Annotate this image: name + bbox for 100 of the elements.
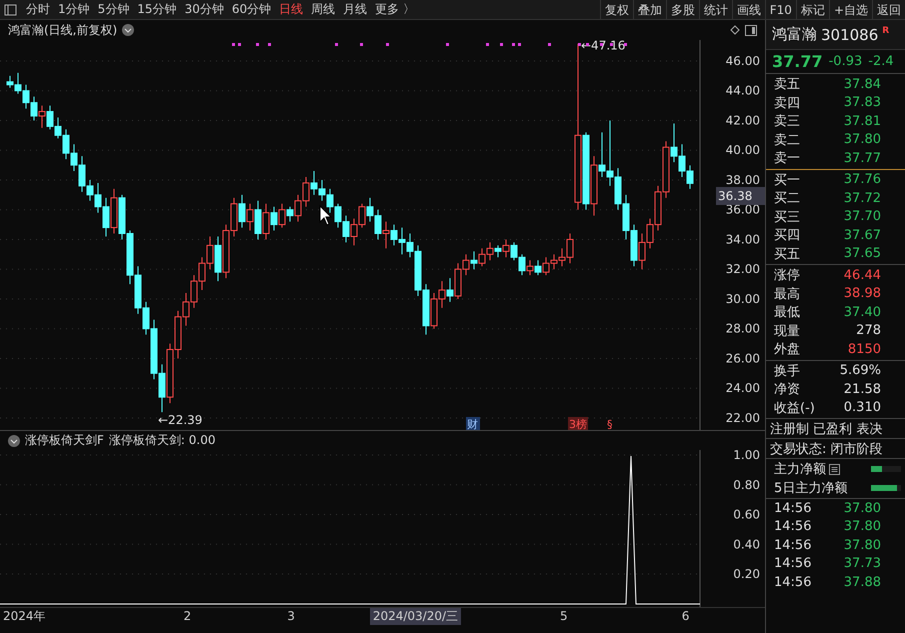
bid-price: 37.65	[844, 246, 881, 262]
bid-level-label: 买三	[774, 208, 800, 226]
price-axis-label: 26.00	[726, 351, 760, 366]
stock-code: 301086	[821, 26, 878, 44]
tick-price: 37.80	[844, 538, 881, 553]
tick-time: 14:56	[774, 500, 812, 516]
toolbar-button[interactable]: 叠加	[632, 0, 666, 20]
finance-value: 21.58	[844, 382, 881, 397]
ask-price: 37.81	[844, 114, 881, 129]
price-axis-label: 46.00	[726, 54, 760, 68]
trading-status: 交易状态: 闭市阶段	[770, 440, 883, 458]
chart-title: 鸿富瀚(日线,前复权)	[8, 22, 118, 38]
period-tab[interactable]: 5分钟	[94, 1, 134, 18]
price-axis-label: 32.00	[726, 262, 760, 276]
ask-level-label: 卖二	[774, 132, 800, 149]
mouse-pointer-icon	[320, 204, 332, 226]
ask-price: 37.80	[844, 132, 881, 148]
date-axis-label: 5	[559, 609, 569, 623]
last-price: 37.77	[772, 52, 823, 71]
diamond-icon[interactable]	[730, 25, 740, 35]
period-tab[interactable]: 更多 〉	[371, 1, 419, 18]
indicator-axis-label: 0.40	[733, 537, 760, 552]
bid-price: 37.76	[844, 172, 881, 188]
list-icon[interactable]	[829, 464, 840, 475]
bid-level-label: 买一	[774, 172, 800, 189]
dropdown-icon[interactable]	[8, 434, 20, 446]
registration-mark-label: R	[882, 26, 890, 36]
period-tab[interactable]: 60分钟	[228, 1, 276, 18]
period-tab[interactable]: 分时	[22, 1, 54, 18]
period-tab[interactable]: 日线	[275, 1, 308, 18]
bid-level-label: 买二	[774, 190, 800, 208]
high-price-label: ←47.16	[581, 40, 626, 53]
finance-label: 换手	[774, 362, 800, 380]
tick-price: 37.80	[844, 500, 881, 516]
cursor-price-label: 36.38	[716, 187, 765, 205]
fund-flow-label: 主力净额	[774, 461, 826, 478]
tick-time: 14:56	[774, 556, 812, 572]
indicator-axis-label: 1.00	[733, 450, 760, 462]
price-axis-label: 28.00	[726, 322, 760, 336]
date-axis-label: 3	[286, 609, 296, 623]
stat-value: 8150	[848, 342, 881, 357]
price-axis-label: 30.00	[726, 292, 760, 306]
stat-label: 最高	[774, 286, 800, 303]
stat-value: 46.44	[844, 268, 881, 283]
period-tab[interactable]: 30分钟	[180, 1, 228, 18]
stat-label: 现量	[774, 322, 800, 340]
ask-level-label: 卖五	[774, 76, 800, 94]
tick-time: 14:56	[774, 574, 812, 590]
bid-price: 37.67	[844, 228, 881, 243]
fund-flow-label: 5日主力净额	[774, 480, 848, 497]
event-marker[interactable]: 3榜	[568, 417, 588, 430]
price-axis-label: 22.00	[726, 410, 760, 425]
event-marker[interactable]: §	[607, 418, 612, 430]
period-tab[interactable]: 15分钟	[133, 1, 181, 18]
ask-level-label: 卖四	[774, 94, 800, 112]
period-tab[interactable]: 月线	[339, 1, 372, 18]
toolbar-button[interactable]: 复权	[600, 0, 633, 20]
indicator-axis-label: 0.60	[733, 508, 760, 522]
ask-level-label: 卖一	[774, 150, 800, 168]
finance-value: 0.310	[844, 400, 881, 416]
dropdown-icon[interactable]	[122, 24, 134, 36]
indicator-axis-label: 0.80	[733, 478, 760, 492]
date-axis-label: 6	[680, 609, 690, 623]
tick-price: 37.80	[844, 519, 881, 534]
ask-price: 37.83	[844, 95, 881, 110]
price-axis-label: 34.00	[726, 232, 760, 246]
indicator-name: 涨停板倚天剑F	[25, 432, 104, 449]
toolbar-button[interactable]: 统计	[698, 0, 732, 20]
bid-price: 37.70	[844, 209, 881, 224]
price-axis-label: 36.00	[726, 202, 760, 217]
date-axis-label: 2024/03/20/三	[370, 608, 462, 624]
toolbar-button[interactable]: 画线	[732, 0, 765, 20]
price-change-percent: -2.4	[868, 54, 894, 69]
stock-name: 鸿富瀚	[772, 25, 817, 44]
period-tab[interactable]: 周线	[307, 1, 340, 18]
tick-price: 37.88	[844, 574, 881, 590]
event-marker[interactable]: 财	[466, 417, 480, 430]
date-axis-label: 2	[182, 609, 192, 623]
low-price-label: ←22.39	[158, 413, 202, 428]
finance-label: 收益(-)	[774, 400, 815, 417]
price-axis-label: 38.00	[726, 172, 760, 187]
stat-value: 37.40	[844, 304, 881, 320]
price-axis-label: 44.00	[726, 84, 760, 98]
price-change: -0.93	[828, 54, 862, 69]
tick-price: 37.73	[844, 556, 881, 572]
price-axis-label: 42.00	[726, 113, 760, 128]
ask-price: 37.77	[844, 150, 881, 166]
indicator-reading: 涨停板倚天剑: 0.00	[108, 432, 216, 449]
indicator-axis-label: 0.20	[733, 567, 760, 581]
stat-label: 最低	[774, 304, 800, 322]
bid-price: 37.72	[844, 190, 881, 206]
toolbar-button[interactable]: 多股	[666, 0, 699, 20]
panel-icon[interactable]	[745, 24, 757, 36]
stat-label: 外盘	[774, 341, 800, 358]
price-axis-label: 24.00	[726, 381, 760, 396]
price-axis-label: 40.00	[726, 143, 760, 158]
stat-value: 278	[856, 323, 881, 338]
tick-time: 14:56	[774, 538, 812, 553]
tick-time: 14:56	[774, 519, 812, 534]
period-tab[interactable]: 1分钟	[54, 1, 94, 18]
